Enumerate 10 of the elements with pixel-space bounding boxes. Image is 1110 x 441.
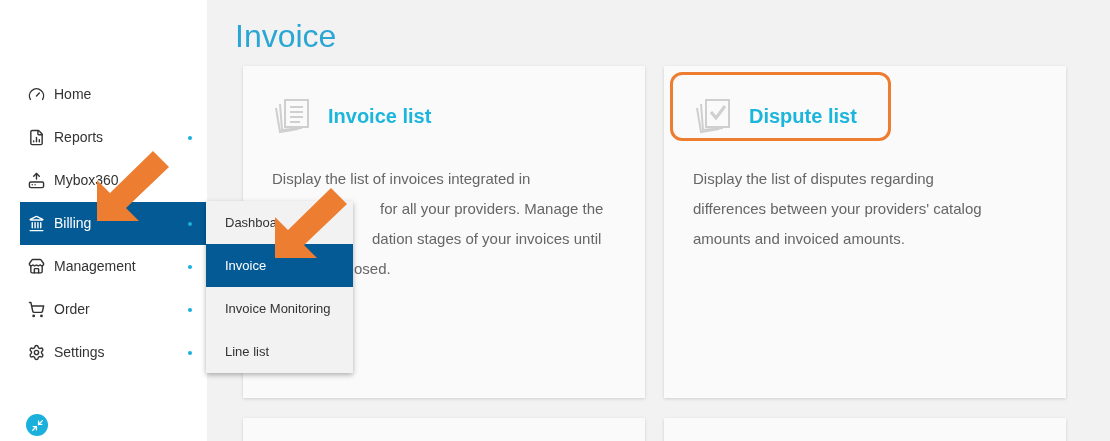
card-description: osed. (354, 258, 391, 279)
card-description: for all your providers. Manage the (380, 198, 604, 219)
card-title: Invoice list (328, 104, 432, 129)
card-description: differences between your providers' catalog (693, 198, 982, 219)
card-title: Dispute list (749, 104, 857, 129)
card-description: Display the list of invoices integrated in (272, 168, 531, 189)
card-description: Display the list of disputes regarding (693, 168, 934, 189)
card-description: dation stages of your invoices until (372, 228, 602, 249)
page-title: Invoice (235, 20, 337, 52)
card-description: amounts and invoiced amounts. (693, 228, 905, 249)
